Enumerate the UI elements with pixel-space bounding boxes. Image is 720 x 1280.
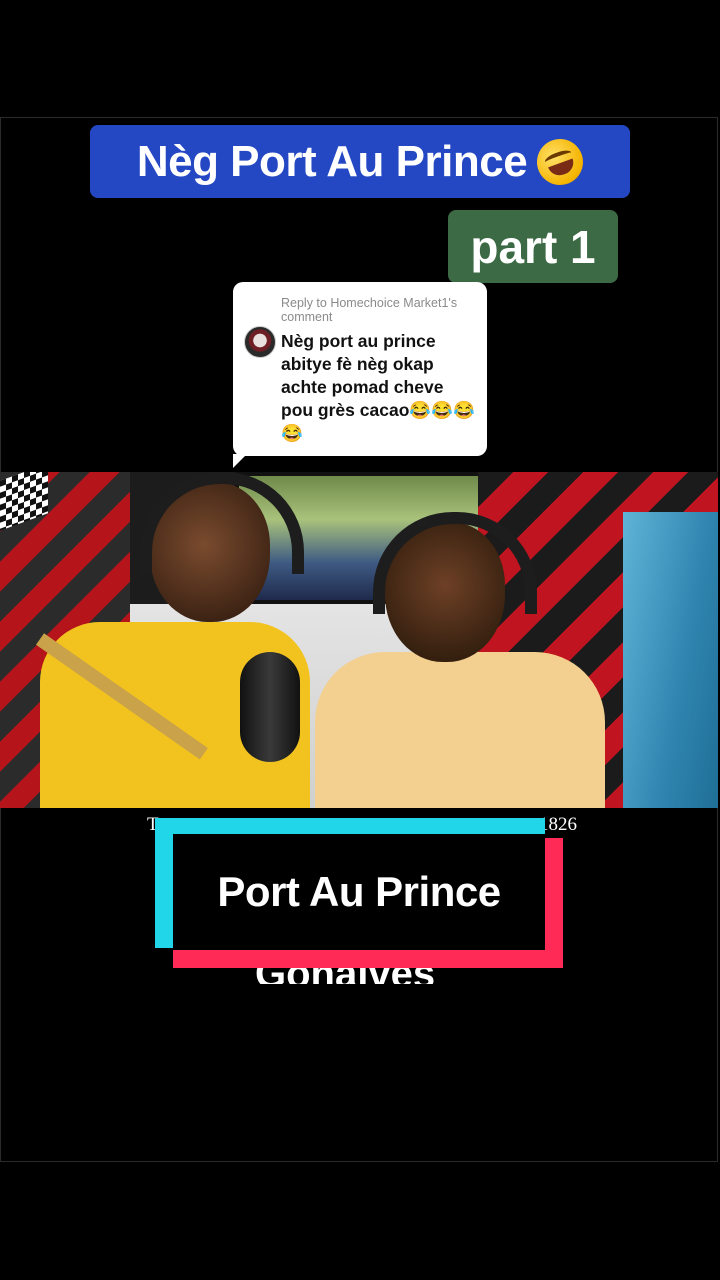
host-left xyxy=(35,472,310,808)
reply-header: Reply to Homechoice Market1's comment xyxy=(281,296,458,324)
caption-box: Port Au Prince xyxy=(155,818,565,968)
headphones-icon xyxy=(373,512,537,614)
blue-curtain xyxy=(623,512,718,808)
title-banner: Nèg Port Au Prince xyxy=(90,125,630,198)
video-screen[interactable]: Nèg Port Au Prince part 1 Reply to Homec… xyxy=(0,0,720,1280)
podcast-photo xyxy=(0,472,718,808)
laughing-emoji-icon xyxy=(530,132,590,191)
reply-comment-text: Nèg port au prince abitye fè nèg okap ac… xyxy=(281,331,475,443)
host-right xyxy=(315,512,615,808)
beige-shirt xyxy=(315,652,605,808)
headphones-icon xyxy=(140,472,304,574)
reply-comment-card[interactable]: Reply to Homechoice Market1's comment Nè… xyxy=(233,282,487,468)
part-badge: part 1 xyxy=(448,210,618,283)
title-text: Nèg Port Au Prince xyxy=(136,136,528,186)
commenter-avatar xyxy=(244,326,276,358)
caption-text: Port Au Prince xyxy=(217,868,501,915)
part-label: part 1 xyxy=(470,220,596,273)
microphone-icon xyxy=(240,652,300,762)
caption-black-layer: Port Au Prince xyxy=(173,834,545,950)
